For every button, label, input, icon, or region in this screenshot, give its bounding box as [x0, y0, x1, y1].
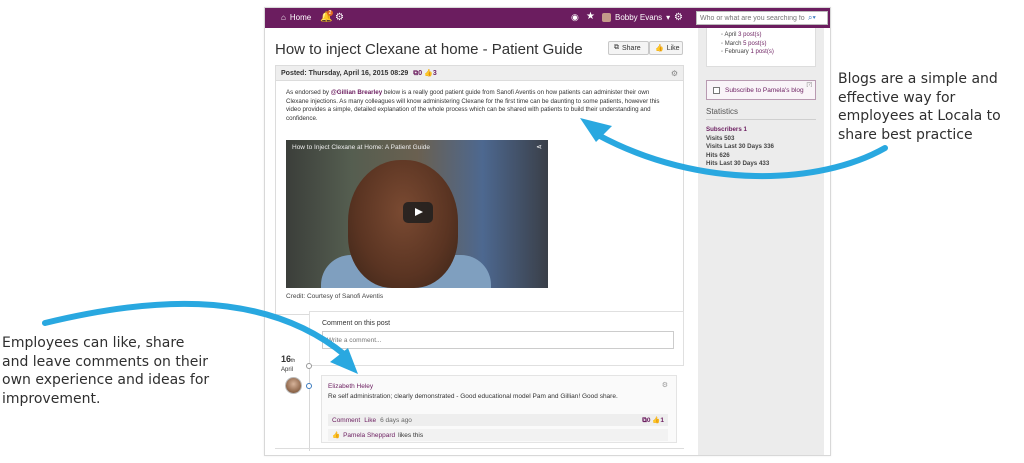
- eye-icon[interactable]: ◉: [571, 12, 579, 23]
- archive-list: ◦ April 3 post(s) ◦ March 5 post(s) ◦ Fe…: [706, 28, 816, 67]
- comment-settings-icon[interactable]: ⚙: [662, 381, 668, 389]
- top-navigation-bar: ⌂ Home 🔔 2 ⚙ ◉ ★ Bobby Evans ▾ ⚙ ⌕▾: [265, 8, 830, 28]
- like-button[interactable]: 👍 Like: [649, 41, 683, 55]
- play-button-icon[interactable]: [403, 202, 433, 223]
- timeline-dot-active: [306, 383, 312, 389]
- comment-time: 6 days ago: [380, 416, 412, 424]
- comment-author[interactable]: Elizabeth Heley: [328, 383, 373, 390]
- comment-counts: ⧉0 👍1: [642, 416, 664, 424]
- statistics-list: Subscribers 1 Visits 503 Visits Last 30 …: [706, 126, 774, 169]
- thumbs-up-icon: 👍: [655, 45, 664, 52]
- video-share-icon[interactable]: ⋖: [536, 143, 542, 151]
- comment-likes: 👍 Pamela Sheppard likes this: [328, 429, 668, 441]
- notifications-bell-icon[interactable]: 🔔 2: [320, 10, 333, 23]
- stat-hits: Hits 626: [706, 151, 730, 159]
- divider: [275, 448, 684, 449]
- timeline-date: 16th April: [281, 354, 296, 374]
- comment-like-link[interactable]: Like: [364, 417, 376, 424]
- video-player[interactable]: How to Inject Clexane at Home: A Patient…: [286, 140, 548, 288]
- post-body: As endorsed by @Gillian Brearley below i…: [286, 89, 660, 122]
- timeline-dot: [306, 363, 312, 369]
- post-header: Posted: Thursday, April 16, 2015 08:29 ⧉…: [276, 66, 683, 81]
- user-avatar: [602, 13, 611, 22]
- page-title: How to inject Clexane at home - Patient …: [275, 41, 583, 58]
- comment-actions: Comment Like 6 days ago ⧉0 👍1: [328, 414, 668, 426]
- video-credit: Credit: Courtesy of Sanofi Aventis: [286, 293, 384, 300]
- stat-subscribers[interactable]: Subscribers 1: [706, 126, 774, 135]
- search-icon[interactable]: ⌕▾: [808, 13, 816, 23]
- slide: ⌂ Home 🔔 2 ⚙ ◉ ★ Bobby Evans ▾ ⚙ ⌕▾ How …: [0, 0, 1024, 463]
- share-icon: ⧉: [614, 44, 619, 51]
- home-icon: ⌂: [281, 13, 286, 22]
- posted-date: Thursday, April 16, 2015 08:29: [308, 69, 409, 77]
- archive-item[interactable]: ◦ February 1 post(s): [721, 48, 815, 57]
- statistics-heading: Statistics: [706, 107, 816, 120]
- annotation-left: Employees can like, share and leave comm…: [2, 335, 210, 407]
- liker-link[interactable]: Pamela Sheppard: [343, 432, 395, 439]
- star-icon[interactable]: ★: [586, 11, 595, 22]
- checkbox[interactable]: [713, 86, 720, 94]
- help-icon[interactable]: [?]: [806, 82, 812, 88]
- comment-text: Re self administration; clearly demonstr…: [328, 393, 618, 400]
- home-link[interactable]: ⌂ Home: [281, 13, 311, 22]
- blog-post: Posted: Thursday, April 16, 2015 08:29 ⧉…: [275, 65, 684, 315]
- post-counts[interactable]: ⧉0 👍3: [413, 69, 436, 78]
- share-button[interactable]: ⧉ Share: [608, 41, 649, 55]
- stat-visits-30: Visits Last 30 Days 336: [706, 143, 774, 150]
- home-label: Home: [289, 13, 312, 22]
- settings-gear-icon[interactable]: ⚙: [335, 12, 344, 23]
- user-name: Bobby Evans: [615, 13, 663, 22]
- annotation-right: Blogs are a simple and effective way for…: [838, 71, 1001, 143]
- comment-input[interactable]: [322, 331, 674, 349]
- video-frame-person: [348, 160, 458, 288]
- commenter-avatar[interactable]: [285, 377, 302, 394]
- subscribe-checkbox[interactable]: Subscribe to Pamela's blog [?]: [706, 80, 816, 100]
- comment-form: Comment on this post: [309, 311, 684, 366]
- comment-reply-link[interactable]: Comment: [332, 417, 360, 424]
- archive-item[interactable]: ◦ March 5 post(s): [721, 40, 815, 49]
- admin-gear-icon[interactable]: ⚙: [674, 12, 683, 23]
- notification-badge: 2: [327, 10, 333, 16]
- user-menu[interactable]: Bobby Evans ▾: [602, 13, 670, 22]
- global-search[interactable]: ⌕▾: [696, 11, 828, 25]
- stat-hits-30: Hits Last 30 Days 433: [706, 160, 770, 167]
- app-window: ⌂ Home 🔔 2 ⚙ ◉ ★ Bobby Evans ▾ ⚙ ⌕▾ How …: [264, 7, 831, 456]
- video-title: How to Inject Clexane at Home: A Patient…: [292, 144, 431, 151]
- comment-heading: Comment on this post: [322, 320, 391, 327]
- chevron-down-icon: ▾: [666, 13, 671, 22]
- mention-link[interactable]: @Gillian Brearley: [331, 89, 382, 96]
- stat-visits: Visits 503: [706, 134, 735, 142]
- thumbs-up-icon: 👍: [332, 432, 341, 439]
- comment-item: Elizabeth Heley ⚙ Re self administration…: [321, 375, 677, 443]
- post-settings-icon[interactable]: ⚙: [671, 69, 678, 78]
- right-sidebar: ◦ April 3 post(s) ◦ March 5 post(s) ◦ Fe…: [698, 28, 824, 455]
- archive-item[interactable]: ◦ April 3 post(s): [721, 31, 815, 40]
- search-input[interactable]: [700, 14, 808, 22]
